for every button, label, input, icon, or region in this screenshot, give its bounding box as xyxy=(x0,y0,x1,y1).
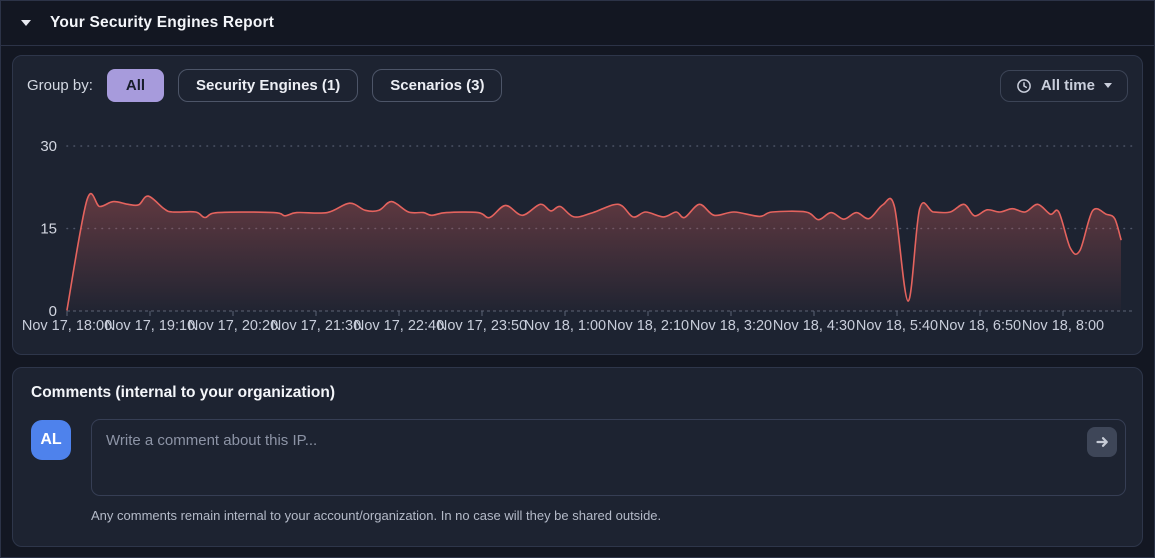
svg-text:Nov 17, 23:50: Nov 17, 23:50 xyxy=(437,318,527,334)
clock-icon xyxy=(1016,78,1032,94)
group-by-label: Group by: xyxy=(27,77,93,94)
report-title: Your Security Engines Report xyxy=(50,14,274,32)
security-engines-chart-panel: Group by: All Security Engines (1) Scena… xyxy=(12,55,1143,355)
svg-text:Nov 18, 4:30: Nov 18, 4:30 xyxy=(773,318,855,334)
timeseries-chart: 01530Nov 17, 18:00Nov 17, 19:10Nov 17, 2… xyxy=(13,118,1142,350)
collapse-caret-icon[interactable] xyxy=(21,20,31,26)
svg-text:Nov 17, 18:00: Nov 17, 18:00 xyxy=(22,318,112,334)
group-by-scenarios-button[interactable]: Scenarios (3) xyxy=(372,69,502,102)
time-range-dropdown[interactable]: All time xyxy=(1000,70,1128,102)
svg-text:15: 15 xyxy=(40,221,57,238)
svg-text:Nov 18, 6:50: Nov 18, 6:50 xyxy=(939,318,1021,334)
svg-text:30: 30 xyxy=(40,138,57,155)
svg-text:Nov 17, 21:30: Nov 17, 21:30 xyxy=(271,318,361,334)
comments-disclaimer: Any comments remain internal to your acc… xyxy=(91,508,661,523)
group-by-all-button[interactable]: All xyxy=(107,69,164,102)
comments-title: Comments (internal to your organization) xyxy=(31,384,335,402)
svg-text:Nov 17, 20:20: Nov 17, 20:20 xyxy=(188,318,278,334)
report-header: Your Security Engines Report xyxy=(0,0,1155,46)
comment-input[interactable] xyxy=(91,419,1126,496)
svg-text:Nov 18, 5:40: Nov 18, 5:40 xyxy=(856,318,938,334)
group-by-security-engines-button[interactable]: Security Engines (1) xyxy=(178,69,358,102)
svg-text:Nov 17, 19:10: Nov 17, 19:10 xyxy=(105,318,195,334)
time-range-label: All time xyxy=(1041,78,1095,93)
chevron-down-icon xyxy=(1104,83,1112,88)
send-comment-button[interactable] xyxy=(1087,427,1117,457)
svg-text:Nov 18, 3:20: Nov 18, 3:20 xyxy=(690,318,772,334)
chart-svg: 01530Nov 17, 18:00Nov 17, 19:10Nov 17, 2… xyxy=(13,118,1142,350)
svg-text:Nov 18, 1:00: Nov 18, 1:00 xyxy=(524,318,606,334)
svg-text:Nov 17, 22:40: Nov 17, 22:40 xyxy=(354,318,444,334)
svg-text:Nov 18, 2:10: Nov 18, 2:10 xyxy=(607,318,689,334)
comments-panel: Comments (internal to your organization)… xyxy=(12,367,1143,547)
svg-text:Nov 18, 8:00: Nov 18, 8:00 xyxy=(1022,318,1104,334)
send-arrow-icon xyxy=(1095,435,1110,449)
avatar: AL xyxy=(31,420,71,460)
chart-toolbar: Group by: All Security Engines (1) Scena… xyxy=(13,56,1142,102)
